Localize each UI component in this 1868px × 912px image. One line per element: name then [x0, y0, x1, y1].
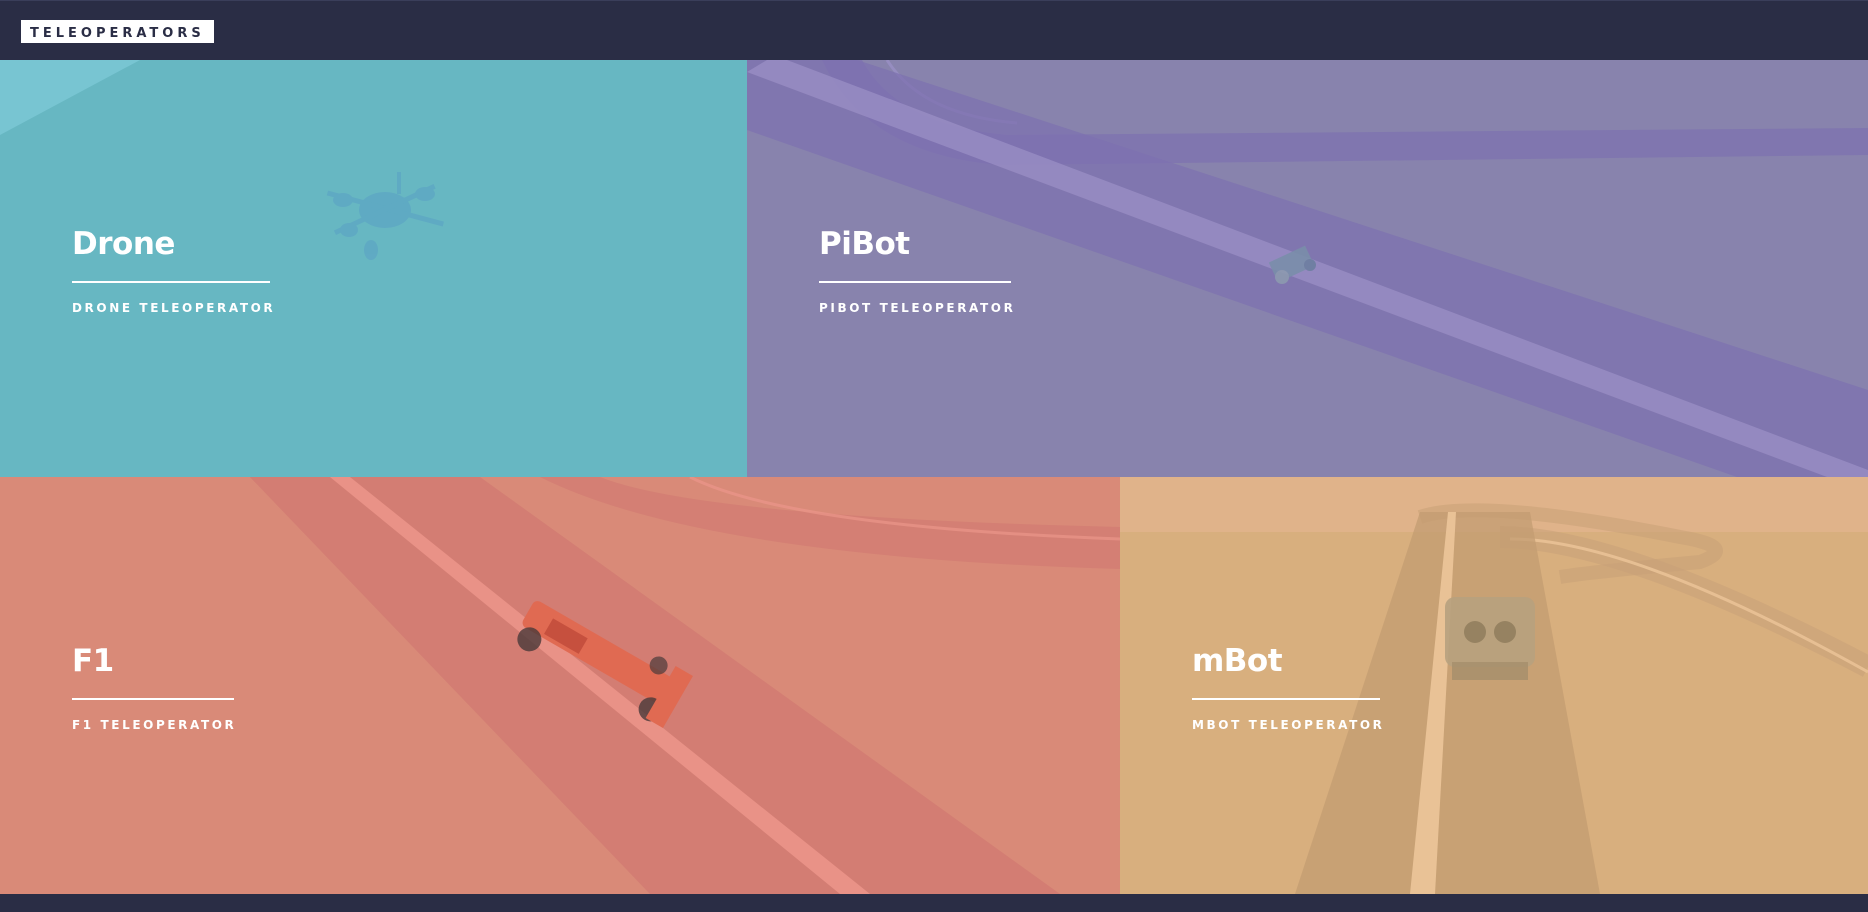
- drone-icon: [326, 172, 444, 260]
- pibot-content: PiBot PIBOT TELEOPERATOR: [819, 224, 1015, 315]
- tile-mbot[interactable]: mBot MBOT TELEOPERATOR: [1120, 477, 1868, 894]
- mbot-robot-icon: [1445, 597, 1535, 680]
- tile-subtitle: F1 TELEOPERATOR: [72, 718, 237, 732]
- tile-drone[interactable]: Drone DRONE TELEOPERATOR: [0, 60, 747, 477]
- title-divider: [72, 281, 270, 283]
- tile-pibot[interactable]: PiBot PIBOT TELEOPERATOR: [747, 60, 1868, 477]
- footer-bar: [0, 894, 1868, 912]
- tile-subtitle: DRONE TELEOPERATOR: [72, 301, 276, 315]
- top-header: TELEOPERATORS: [0, 0, 1868, 60]
- tile-subtitle: MBOT TELEOPERATOR: [1192, 718, 1385, 732]
- f1-content: F1 F1 TELEOPERATOR: [72, 641, 236, 732]
- tile-title: PiBot: [819, 226, 910, 262]
- title-divider: [819, 281, 1011, 283]
- drone-content: Drone DRONE TELEOPERATOR: [72, 224, 275, 315]
- tile-f1[interactable]: F1 F1 TELEOPERATOR: [0, 477, 1120, 894]
- logo[interactable]: TELEOPERATORS: [21, 20, 214, 43]
- title-divider: [1192, 698, 1380, 700]
- tile-title: mBot: [1192, 643, 1283, 679]
- mbot-content: mBot MBOT TELEOPERATOR: [1192, 641, 1385, 732]
- title-divider: [72, 698, 234, 700]
- tile-subtitle: PIBOT TELEOPERATOR: [819, 301, 1016, 315]
- tile-title: Drone: [72, 226, 175, 262]
- tile-title: F1: [72, 643, 114, 679]
